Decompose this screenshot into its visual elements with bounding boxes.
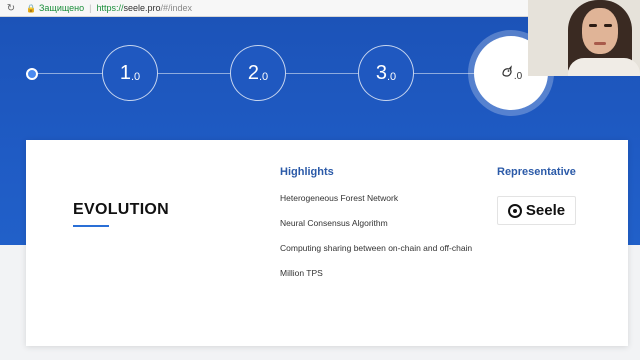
webcam-eye [604, 24, 612, 27]
secure-label: Защищено [38, 3, 85, 13]
lock-icon[interactable]: 🔒 [26, 4, 36, 13]
version-decimal: .0 [513, 70, 523, 82]
timeline-start-dot[interactable] [26, 68, 38, 80]
seele-logo[interactable]: Seele [497, 196, 576, 225]
webcam-overlay [528, 0, 640, 76]
evolution-title: EVOLUTION [73, 201, 170, 218]
url-path: /#/index [160, 3, 193, 13]
highlight-item: Computing sharing between on-chain and o… [280, 243, 473, 253]
highlights-heading: Highlights [280, 166, 334, 178]
bird-logo-icon [500, 64, 514, 82]
highlight-item: Million TPS [280, 268, 323, 278]
version-1-button[interactable]: 1.0 [102, 45, 158, 101]
highlight-item: Neural Consensus Algorithm [280, 218, 388, 228]
version-number: 2 [247, 61, 259, 84]
version-number: 1 [119, 61, 131, 84]
highlight-item: Heterogeneous Forest Network [280, 193, 399, 203]
url-scheme: https:// [96, 3, 124, 13]
version-number: 3 [375, 61, 387, 84]
version-decimal: .0 [130, 70, 141, 83]
version-3-button[interactable]: 3.0 [358, 45, 414, 101]
seele-mark-icon [507, 203, 522, 218]
reload-icon[interactable]: ↻ [4, 3, 18, 14]
webcam-shoulder [568, 58, 640, 76]
representative-heading: Representative [497, 166, 576, 178]
url-field[interactable]: https://seele.pro/#/index [96, 3, 192, 13]
address-separator: | [89, 3, 92, 13]
title-underline [73, 225, 109, 227]
webcam-face [582, 8, 618, 54]
webcam-mouth [594, 42, 606, 45]
version-2-button[interactable]: 2.0 [230, 45, 286, 101]
page: ↻ 🔒 Защищено | https://seele.pro/#/index… [0, 0, 640, 360]
url-host: seele.pro [123, 3, 161, 13]
version-decimal: .0 [386, 70, 397, 83]
evolution-card: EVOLUTION Highlights Heterogeneous Fores… [26, 140, 628, 346]
webcam-eye [589, 24, 597, 27]
highlights-list: Heterogeneous Forest Network Neural Cons… [280, 193, 472, 293]
seele-logo-text: Seele [525, 202, 566, 219]
version-decimal: .0 [258, 70, 269, 83]
